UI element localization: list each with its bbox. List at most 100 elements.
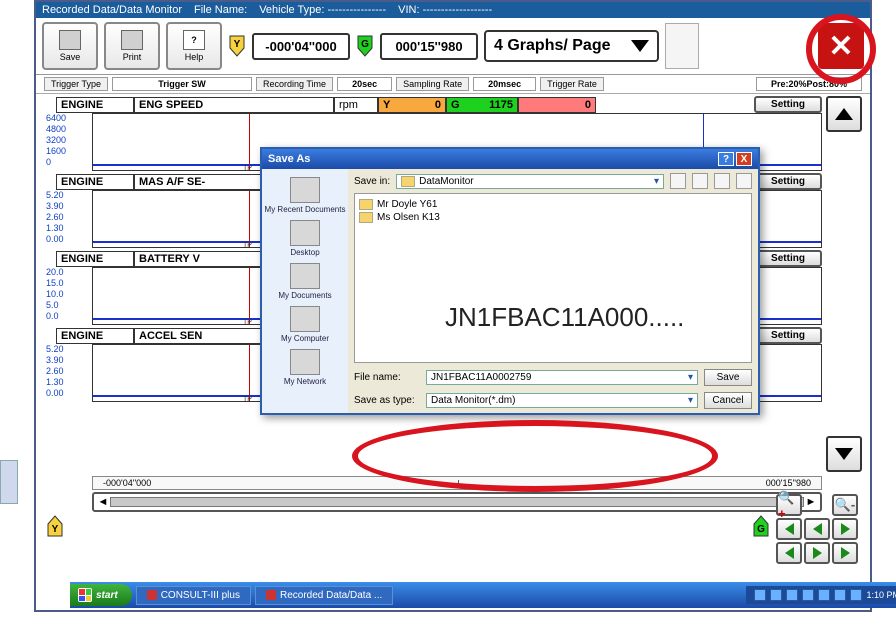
recording-time-value: 20sec	[337, 77, 392, 91]
help-icon: ?	[183, 30, 205, 50]
nav-right-button[interactable]	[832, 518, 858, 540]
yellow-marker-icon: Y	[228, 34, 246, 58]
tray-icon[interactable]	[802, 589, 814, 601]
time-y-value: -000'04''000	[252, 33, 350, 60]
graphs-per-page-select[interactable]: 4 Graphs/ Page	[484, 30, 659, 62]
dialog-titlebar[interactable]: Save As ? X	[262, 149, 758, 169]
dialog-title: Save As	[268, 153, 310, 165]
ruler-end: 000'15''980	[766, 478, 811, 488]
tray-icon[interactable]	[818, 589, 830, 601]
y-axis-ticks: 5.203.902.601.300.00	[44, 190, 92, 248]
recording-info-bar: Trigger Type Trigger SW Recording Time 2…	[36, 75, 870, 94]
nav-center-button[interactable]	[804, 542, 830, 564]
list-item[interactable]: Mr Doyle Y61	[359, 198, 747, 211]
list-item[interactable]: Ms Olsen K13	[359, 211, 747, 224]
zoom-in-button[interactable]: 🔍+	[776, 494, 802, 516]
places-item[interactable]: Desktop	[264, 218, 346, 259]
time-ruler: -000'04''000 | 000'15''980	[92, 476, 822, 490]
save-button[interactable]: Save	[42, 22, 98, 70]
bottom-marker-row: Y G	[36, 512, 870, 540]
tray-icon[interactable]	[834, 589, 846, 601]
place-icon	[290, 220, 320, 246]
places-item[interactable]: My Recent Documents	[264, 175, 346, 216]
graph-setting-button[interactable]: Setting	[754, 327, 822, 344]
y-axis-ticks: 5.203.902.601.300.00	[44, 344, 92, 402]
graph-system: ENGINE	[56, 97, 134, 113]
scroll-left-icon[interactable]: ◄	[96, 496, 110, 508]
folder-icon	[359, 199, 373, 210]
ruler-start: -000'04''000	[103, 478, 151, 488]
system-tray[interactable]: 1:10 PM	[746, 586, 896, 604]
help-button[interactable]: ?Help	[166, 22, 222, 70]
svg-text:Y: Y	[52, 524, 59, 535]
taskbar-item[interactable]: CONSULT-III plus	[136, 586, 251, 605]
tray-icon[interactable]	[770, 589, 782, 601]
zoom-out-button[interactable]: 🔍-	[832, 494, 858, 516]
scroll-thumb[interactable]	[110, 497, 804, 507]
graphs-per-page-label: 4 Graphs/ Page	[494, 37, 611, 55]
back-button[interactable]	[670, 173, 686, 189]
dialog-close-button[interactable]: X	[736, 152, 752, 166]
places-bar: My Recent DocumentsDesktopMy DocumentsMy…	[262, 169, 348, 413]
nav-left-step-button[interactable]	[776, 542, 802, 564]
file-list[interactable]: Mr Doyle Y61 Ms Olsen K13 JN1FBAC11A000.…	[354, 193, 752, 363]
graph-g-value: G1175	[446, 97, 518, 113]
taskbar-item[interactable]: Recorded Data/Data ...	[255, 586, 393, 605]
scroll-down-button[interactable]	[826, 436, 862, 472]
graph-setting-button[interactable]: Setting	[754, 96, 822, 113]
horizontal-scrollbar[interactable]: ◄ ►	[92, 492, 822, 512]
vertical-scroll	[826, 96, 862, 472]
trigger-type-label: Trigger Type	[44, 77, 108, 91]
graph-setting-button[interactable]: Setting	[754, 173, 822, 190]
tray-icon[interactable]	[786, 589, 798, 601]
graph-param: ENG SPEED	[134, 97, 334, 113]
tp-label: TP	[243, 165, 252, 171]
graph-system: ENGINE	[56, 251, 134, 267]
view-menu-button[interactable]	[736, 173, 752, 189]
close-button[interactable]: ✕	[818, 23, 864, 69]
up-button[interactable]	[692, 173, 708, 189]
tray-icon[interactable]	[850, 589, 862, 601]
clock: 1:10 PM	[866, 590, 896, 600]
places-item[interactable]: My Network	[264, 347, 346, 388]
floppy-icon	[59, 30, 81, 50]
trigger-rate-value: Pre:20%Post:80%	[756, 77, 862, 91]
graph-system: ENGINE	[56, 328, 134, 344]
yellow-marker-bottom-icon[interactable]: Y	[46, 514, 64, 538]
title-vehicle: Vehicle Type: ----------------	[259, 4, 386, 16]
new-folder-button[interactable]	[714, 173, 730, 189]
triangle-down-icon	[835, 448, 853, 460]
y-axis-ticks: 64004800320016000	[44, 113, 92, 171]
save-in-combo[interactable]: DataMonitor▾	[396, 174, 664, 189]
tray-icon[interactable]	[754, 589, 766, 601]
places-item[interactable]: My Documents	[264, 261, 346, 302]
start-button[interactable]: start	[70, 584, 132, 606]
scroll-up-button[interactable]	[826, 96, 862, 132]
save-as-dialog: Save As ? X My Recent DocumentsDesktopMy…	[260, 147, 760, 415]
nav-left-button[interactable]	[804, 518, 830, 540]
graph-unit: rpm	[334, 97, 378, 113]
title-file-label: File Name:	[194, 4, 247, 16]
close-icon: ✕	[828, 29, 853, 64]
nav-left-fast-button[interactable]	[776, 518, 802, 540]
filetype-select[interactable]: Data Monitor(*.dm)▾	[426, 393, 698, 408]
tp-label: TP	[243, 396, 252, 402]
graph-setting-button[interactable]: Setting	[754, 250, 822, 267]
filetype-label: Save as type:	[354, 395, 420, 406]
svg-text:G: G	[361, 39, 369, 50]
places-item[interactable]: My Computer	[264, 304, 346, 345]
title-bar: Recorded Data/Data Monitor File Name: Ve…	[36, 2, 870, 18]
taskbar: start CONSULT-III plus Recorded Data/Dat…	[70, 582, 896, 608]
nav-right-fast-button[interactable]	[832, 542, 858, 564]
filename-input[interactable]: JN1FBAC11A0002759▾	[426, 370, 698, 385]
time-g-value: 000'15''980	[380, 33, 478, 60]
green-marker-bottom-icon[interactable]: G	[752, 514, 770, 538]
print-button[interactable]: Print	[104, 22, 160, 70]
sampling-rate-value: 20msec	[473, 77, 536, 91]
windows-logo-icon	[78, 588, 92, 602]
dialog-cancel-button[interactable]: Cancel	[704, 392, 752, 409]
overlay-hint-text: JN1FBAC11A000.....	[445, 302, 684, 333]
thumbnail-button[interactable]	[665, 23, 699, 69]
dialog-save-button[interactable]: Save	[704, 369, 752, 386]
dialog-help-button[interactable]: ?	[718, 152, 734, 166]
